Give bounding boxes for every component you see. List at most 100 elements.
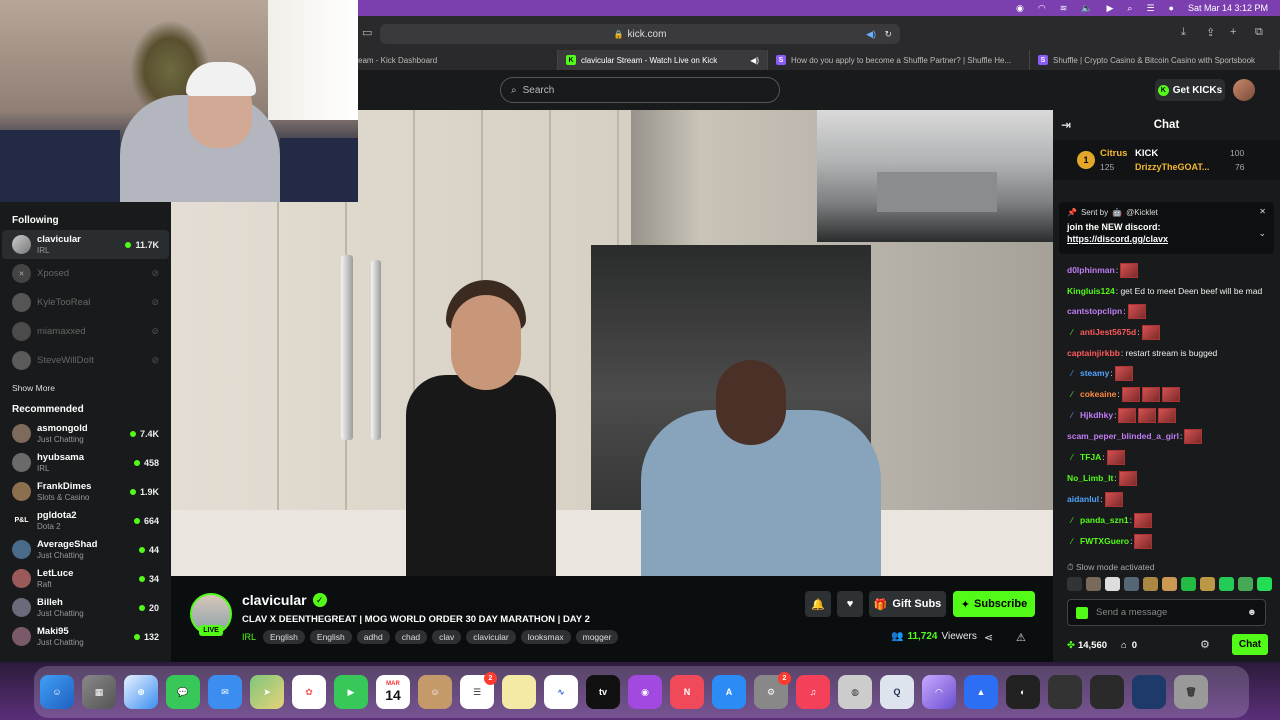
- emote-icon[interactable]: [1257, 577, 1272, 591]
- tag[interactable]: looksmax: [520, 630, 571, 644]
- recent-window-icon[interactable]: [1132, 675, 1166, 709]
- chat-input[interactable]: Send a message ☻: [1067, 599, 1266, 626]
- sidebar-item-maki95[interactable]: Maki95 Just Chatting 132: [2, 622, 169, 651]
- arc-browser-icon[interactable]: ◠: [922, 675, 956, 709]
- chat-username[interactable]: Hjkdhky: [1080, 409, 1113, 422]
- kick-emote-icon[interactable]: [1076, 606, 1088, 619]
- emoji-picker-icon[interactable]: ☻: [1247, 607, 1257, 618]
- show-more-link[interactable]: Show More: [0, 375, 171, 399]
- contacts-icon[interactable]: ☺: [418, 675, 452, 709]
- chat-username[interactable]: Kingluis124: [1067, 285, 1115, 298]
- chat-username[interactable]: FWTXGuero: [1080, 535, 1129, 548]
- emote-icon[interactable]: [1200, 577, 1215, 591]
- control-center-icon[interactable]: ☰: [1146, 3, 1154, 14]
- get-kicks-button[interactable]: K Get KICKs: [1155, 79, 1225, 101]
- chat-username[interactable]: scam_peper_blinded_a_girl: [1067, 430, 1179, 443]
- chevron-down-icon[interactable]: ⌄: [1258, 228, 1266, 239]
- sidebar-item-averageshad[interactable]: AverageShad Just Chatting 44: [2, 535, 169, 564]
- emote-icon[interactable]: [1067, 577, 1082, 591]
- tag[interactable]: clav: [432, 630, 462, 644]
- tab-clavicular-stream[interactable]: K clavicular Stream - Watch Live on Kick…: [558, 50, 768, 70]
- emote-icon[interactable]: [1162, 577, 1177, 591]
- tag[interactable]: English: [309, 630, 352, 644]
- sidebar-item-kyletooreal[interactable]: KyleTooReal ⊘: [2, 288, 169, 317]
- sidebar-item-billeh[interactable]: Billeh Just Chatting 20: [2, 593, 169, 622]
- maps-icon[interactable]: ➤: [250, 675, 284, 709]
- quicktime-icon[interactable]: Q: [880, 675, 914, 709]
- notes-icon[interactable]: [502, 675, 536, 709]
- chat-username[interactable]: d0lphinman: [1067, 264, 1115, 277]
- wifi-icon[interactable]: ≋: [1060, 3, 1068, 14]
- pinned-message[interactable]: 📌 Sent by 🤖 @Kicklet join the NEW discor…: [1059, 202, 1274, 254]
- podcasts-icon[interactable]: ◉: [628, 675, 662, 709]
- chat-username[interactable]: captainjirkbb: [1067, 347, 1120, 360]
- chat-username[interactable]: TFJA: [1080, 451, 1101, 464]
- sidebar-item-letluce[interactable]: LetLuce Raft 34: [2, 564, 169, 593]
- collapse-chat-icon[interactable]: ⇥: [1061, 118, 1071, 132]
- tab-shuffle-partner[interactable]: S How do you apply to become a Shuffle P…: [768, 50, 1030, 70]
- sidebar-item-asmongold[interactable]: asmongold Just Chatting 7.4K: [2, 419, 169, 448]
- new-tab-icon[interactable]: +: [1230, 26, 1236, 38]
- stream-category[interactable]: IRL: [242, 632, 256, 642]
- pinned-link[interactable]: https://discord.gg/clavx: [1067, 234, 1266, 244]
- gift-balance[interactable]: 0: [1132, 640, 1137, 651]
- finder-icon[interactable]: ☺: [40, 675, 74, 709]
- chat-username[interactable]: cantstopclipn: [1067, 305, 1122, 318]
- sidebar-item-xposed[interactable]: ✕ Xposed ⊘: [2, 259, 169, 288]
- tab-overview-icon[interactable]: ⧉: [1255, 26, 1263, 39]
- launchpad-icon[interactable]: ▦: [82, 675, 116, 709]
- obs-icon[interactable]: ◐: [1006, 675, 1040, 709]
- volume-icon[interactable]: 🔈: [1081, 3, 1092, 14]
- chat-username[interactable]: No_Limb_It: [1067, 472, 1113, 485]
- photos-icon[interactable]: ✿: [292, 675, 326, 709]
- tag[interactable]: mogger: [575, 630, 619, 644]
- sidebar-item-stevewilldoit[interactable]: SteveWillDoIt ⊘: [2, 346, 169, 375]
- safari-icon[interactable]: ⊕: [124, 675, 158, 709]
- control-icon[interactable]: ◉: [1016, 3, 1024, 14]
- send-chat-button[interactable]: Chat: [1232, 634, 1268, 655]
- kicks-balance[interactable]: 14,560: [1078, 640, 1107, 651]
- emote-icon[interactable]: [1124, 577, 1139, 591]
- system-settings-icon[interactable]: ⚙ 2: [754, 672, 791, 709]
- share-icon[interactable]: ⇪: [1206, 26, 1215, 39]
- emote-icon[interactable]: [1105, 577, 1120, 591]
- tag[interactable]: clavicular: [466, 630, 516, 644]
- streamer-name[interactable]: clavicular: [242, 592, 307, 608]
- emote-icon[interactable]: [1238, 577, 1253, 591]
- mail-icon[interactable]: ✉: [208, 675, 242, 709]
- recent-window-icon[interactable]: [1048, 675, 1082, 709]
- recent-window-icon[interactable]: [1090, 675, 1124, 709]
- sidebar-item-pgldota2[interactable]: P&L pgldota2 Dota 2 664: [2, 506, 169, 535]
- address-bar[interactable]: 🔒 kick.com ↻ ◀): [380, 24, 900, 44]
- nordvpn-icon[interactable]: ▲: [964, 675, 998, 709]
- chat-username[interactable]: aidanlul: [1067, 493, 1099, 506]
- tag[interactable]: chad: [394, 630, 428, 644]
- emote-icon[interactable]: [1086, 577, 1101, 591]
- chat-username[interactable]: cokeaine: [1080, 388, 1116, 401]
- tag[interactable]: English: [263, 630, 305, 644]
- emote-icon[interactable]: [1219, 577, 1234, 591]
- search-icon[interactable]: ⌕: [1127, 3, 1132, 14]
- reload-icon[interactable]: ↻: [884, 29, 892, 40]
- app-store-icon[interactable]: A: [712, 675, 746, 709]
- tab-shuffle-casino[interactable]: S Shuffle | Crypto Casino & Bitcoin Casi…: [1030, 50, 1280, 70]
- sidebar-item-frankdimes[interactable]: FrankDimes Slots & Casino 1.9K: [2, 477, 169, 506]
- sidebar-item-miamaxxed[interactable]: miamaxxed ⊘: [2, 317, 169, 346]
- notify-button[interactable]: 🔔: [805, 591, 831, 617]
- trash-icon[interactable]: 🗑: [1174, 675, 1208, 709]
- news-icon[interactable]: N: [670, 675, 704, 709]
- chat-username[interactable]: panda_szn1: [1080, 514, 1129, 527]
- follow-button[interactable]: ♥: [837, 591, 863, 617]
- search-input[interactable]: ⌕ Search: [500, 77, 780, 103]
- sidebar-toggle-icon[interactable]: ▭: [362, 26, 372, 39]
- play-icon[interactable]: ▶: [1106, 3, 1113, 14]
- siri-icon[interactable]: ●: [1169, 3, 1174, 13]
- freeform-icon[interactable]: ∿: [544, 675, 578, 709]
- download-icon[interactable]: ⤓: [1181, 26, 1186, 39]
- share-icon[interactable]: ⋖: [984, 631, 993, 644]
- tag[interactable]: adhd: [356, 630, 390, 644]
- emote-icon[interactable]: [1181, 577, 1196, 591]
- facetime-icon[interactable]: ▶: [334, 675, 368, 709]
- reminders-icon[interactable]: ☰ 2: [460, 672, 497, 709]
- disk-utility-icon[interactable]: ◍: [838, 675, 872, 709]
